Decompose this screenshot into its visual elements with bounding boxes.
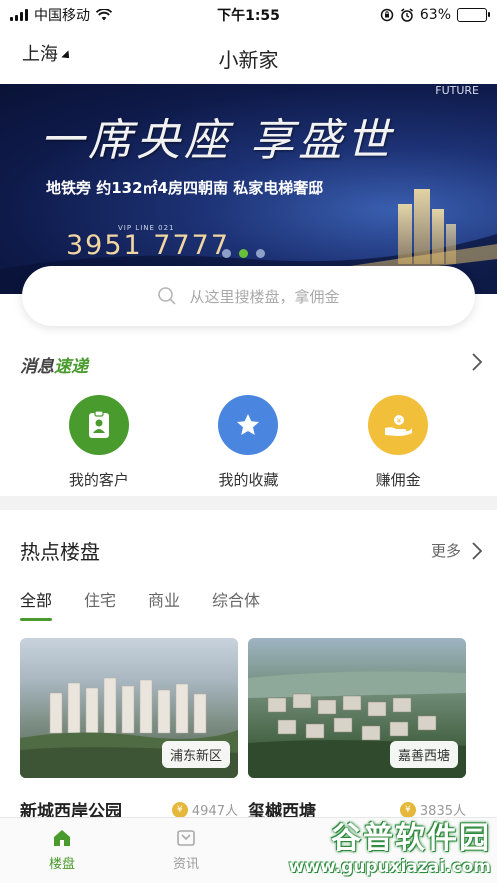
area-tag: 嘉善西塘 <box>389 741 458 768</box>
carousel-dots[interactable] <box>222 249 265 258</box>
area-tag: 浦东新区 <box>161 741 230 768</box>
news-icon <box>177 830 195 846</box>
battery-icon <box>457 8 490 22</box>
promo-banner[interactable]: FUTURE 一席央座 享盛世 地铁旁 约132㎡4房四朝南 私家电梯奢邸 VI… <box>0 84 497 294</box>
tabbar-label: 楼盘 <box>48 857 75 872</box>
property-cards: 浦东新区 嘉善西塘 <box>20 638 466 778</box>
shortcut-label: 我的客户 <box>68 471 129 489</box>
nav-bar: 上海 小新家 <box>0 30 497 84</box>
svg-text:¥: ¥ <box>397 417 402 425</box>
more-label: 更多 <box>430 542 461 560</box>
property-card-image[interactable]: 浦东新区 <box>20 638 238 778</box>
city-selector[interactable]: 上海 <box>22 40 73 66</box>
carousel-dot[interactable] <box>256 249 265 258</box>
more-link[interactable]: 更多 <box>431 540 483 561</box>
rotation-lock-icon <box>380 8 394 22</box>
news-logo: 消息速递 <box>20 352 88 377</box>
tabbar-item-properties[interactable]: 楼盘 <box>0 818 124 883</box>
news-logo-part2: 速递 <box>54 357 88 377</box>
wifi-icon <box>96 9 112 21</box>
status-right: 63% <box>380 7 490 23</box>
status-left: 中国移动 <box>10 5 112 25</box>
watermark-title: 谷普软件园 <box>331 821 491 856</box>
alarm-icon <box>400 8 413 22</box>
signal-icon <box>10 9 28 21</box>
tab-residential[interactable]: 住宅 <box>84 587 116 621</box>
shortcut-label: 赚佣金 <box>375 471 421 489</box>
carousel-dot[interactable] <box>239 249 248 258</box>
star-icon <box>218 395 279 455</box>
search-icon <box>158 287 177 305</box>
tab-commercial[interactable]: 商业 <box>148 587 180 621</box>
banner-slogan: 一席央座 享盛世 <box>40 115 394 166</box>
banner-brand: FUTURE <box>435 84 479 98</box>
battery-percent: 63% <box>419 7 451 23</box>
news-ticker[interactable]: 消息速递 <box>0 344 497 384</box>
coin-hand-icon: ¥ <box>368 395 429 455</box>
section-divider <box>0 496 497 510</box>
watermark: 谷普软件园 www.gupuxiazai.com <box>271 813 491 877</box>
tabbar-item-news[interactable]: 资讯 <box>124 818 248 883</box>
property-card-image[interactable]: 嘉善西塘 <box>248 638 466 778</box>
carousel-dot[interactable] <box>222 249 231 258</box>
shortcut-row: 我的客户 我的收藏 ¥ 赚佣金 <box>0 395 497 495</box>
city-label: 上海 <box>22 44 58 65</box>
tab-all[interactable]: 全部 <box>20 587 53 621</box>
client-card-icon <box>68 395 129 455</box>
tab-complex[interactable]: 综合体 <box>212 587 260 621</box>
status-bar: 中国移动 下午1:55 63% <box>0 0 497 30</box>
shortcut-my-clients[interactable]: 我的客户 <box>44 395 154 495</box>
chevron-right-icon[interactable] <box>471 352 483 372</box>
tabbar-label: 资讯 <box>172 857 199 872</box>
shortcut-label: 我的收藏 <box>218 471 279 489</box>
commission-badge-icon: ¥ <box>171 801 188 818</box>
banner-phone: 3951 7777 <box>66 230 231 261</box>
shortcut-earn-commission[interactable]: ¥ 赚佣金 <box>343 395 453 495</box>
watermark-url: www.gupuxiazai.com <box>288 857 491 877</box>
banner-subtitle: 地铁旁 约132㎡4房四朝南 私家电梯奢邸 <box>46 179 324 197</box>
search-placeholder: 从这里搜楼盘，拿佣金 <box>189 287 340 306</box>
search-bar[interactable]: 从这里搜楼盘，拿佣金 <box>22 266 475 326</box>
shortcut-my-favorites[interactable]: 我的收藏 <box>193 395 303 495</box>
page-title: 小新家 <box>218 47 279 72</box>
carrier-label: 中国移动 <box>34 8 90 24</box>
section-title: 热点楼盘 <box>20 540 100 564</box>
chevron-right-icon <box>472 541 483 560</box>
building-icon <box>54 830 70 846</box>
category-tabs: 全部 住宅 商业 综合体 <box>20 587 260 621</box>
banner-brand-line: FUTURE <box>435 84 479 97</box>
caret-down-icon <box>61 50 73 62</box>
news-logo-part1: 消息 <box>20 357 54 377</box>
